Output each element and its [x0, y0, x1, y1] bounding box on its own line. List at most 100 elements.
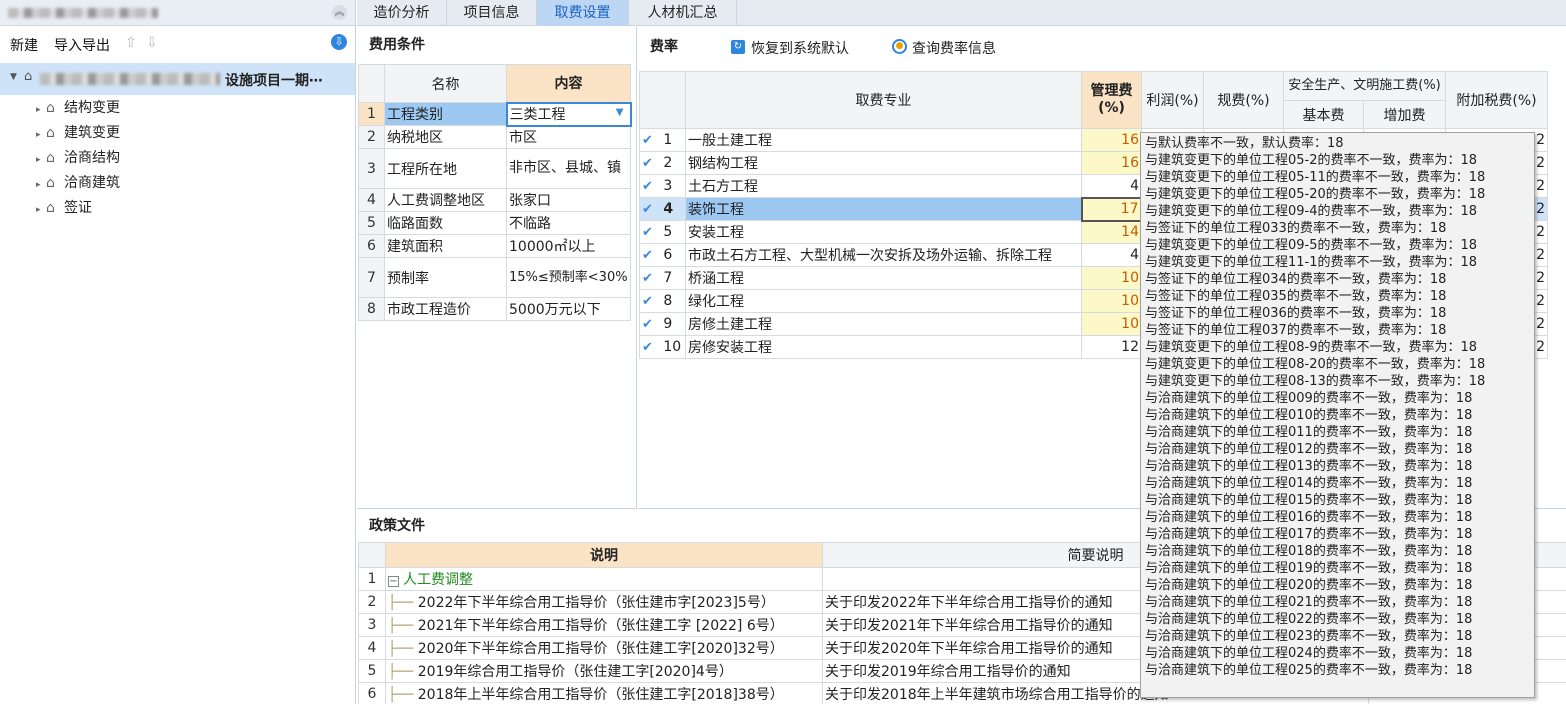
tree-root-project[interactable]: ▼ ⌂ 设施项目一期⋯ — [0, 63, 355, 95]
tab-project-info[interactable]: 项目信息 — [447, 0, 537, 26]
management-fee-value[interactable]: 4 — [1081, 243, 1142, 267]
management-fee-value[interactable]: 10 — [1081, 266, 1142, 290]
management-fee-value[interactable]: 10 — [1081, 289, 1142, 313]
condition-value[interactable]: 10000㎡以上 — [506, 234, 631, 258]
management-fee-value[interactable]: 12 — [1081, 335, 1142, 359]
collapse-panel-icon[interactable]: ︽ — [332, 5, 347, 20]
management-fee-value[interactable]: 14 — [1081, 220, 1142, 244]
home-icon: ⌂ — [46, 125, 55, 141]
tooltip-line: 与洽商建筑下的单位工程012的费率不一致，费率为：18 — [1145, 442, 1473, 457]
tooltip-line: 与建筑变更下的单位工程05-2的费率不一致，费率为：18 — [1145, 153, 1478, 168]
expand-arrow-icon[interactable]: ▸ — [36, 173, 46, 198]
row-number: 5 — [663, 224, 673, 240]
move-up-icon[interactable]: ⇧ — [125, 35, 137, 51]
header-description: 说明 — [385, 542, 823, 568]
table-row[interactable]: 1 工程类别 三类工程 ▼ — [358, 101, 632, 127]
download-icon[interactable]: ⇩ — [331, 34, 347, 50]
expand-arrow-icon[interactable]: ▸ — [36, 148, 46, 173]
tooltip-line: 与洽商建筑下的单位工程018的费率不一致，费率为：18 — [1145, 544, 1473, 559]
specialty-name: 房修安装工程 — [685, 335, 1082, 359]
restore-icon[interactable]: ↻ — [731, 40, 745, 54]
expand-arrow-icon[interactable]: ▸ — [36, 123, 46, 148]
row-number: 7 — [358, 257, 385, 298]
row-number: 7 — [663, 270, 673, 286]
table-row[interactable]: 5 临路面数 不临路 — [358, 211, 631, 235]
tree-item-visa[interactable]: ▸ ⌂ 签证 — [36, 196, 336, 221]
condition-value[interactable]: 5000万元以下 — [506, 297, 631, 321]
move-down-icon[interactable]: ⇩ — [146, 35, 158, 51]
project-category-dropdown[interactable]: 三类工程 ▼ — [505, 101, 632, 127]
tooltip-line: 与建筑变更下的单位工程08-13的费率不一致，费率为：18 — [1145, 374, 1486, 389]
table-row[interactable]: 8 市政工程造价 5000万元以下 — [358, 297, 631, 321]
blurred-project-prefix — [40, 73, 220, 85]
condition-name: 人工费调整地区 — [384, 188, 507, 212]
tooltip-line: 与洽商建筑下的单位工程022的费率不一致，费率为：18 — [1145, 612, 1473, 627]
specialty-name: 房修土建工程 — [685, 312, 1082, 336]
row-number: 4 — [358, 636, 386, 660]
specialty-name: 钢结构工程 — [685, 151, 1082, 175]
condition-value[interactable]: 张家口 — [506, 188, 631, 212]
expand-arrow-icon[interactable]: ▸ — [36, 98, 46, 123]
tree-line: ├── — [388, 664, 418, 680]
specialty-name: 装饰工程 — [685, 197, 1082, 221]
table-row[interactable]: 3 工程所在地 非市区、县城、镇 — [358, 148, 631, 189]
tooltip-line: 与建筑变更下的单位工程05-11的费率不一致，费率为：18 — [1145, 170, 1486, 185]
condition-value[interactable]: 15%≤预制率<30% — [506, 257, 631, 298]
row-number: 3 — [663, 178, 673, 194]
tree-item-negotiation-structure[interactable]: ▸ ⌂ 洽商结构 — [36, 146, 336, 171]
tooltip-line: 与签证下的单位工程036的费率不一致，费率为：18 — [1145, 306, 1447, 321]
collapse-toggle-icon[interactable]: − — [388, 576, 399, 587]
tab-fee-settings[interactable]: 取费设置 — [537, 0, 629, 26]
tree-item-label: 洽商结构 — [64, 150, 120, 166]
query-rate-button[interactable]: 查询费率信息 — [912, 38, 996, 58]
tooltip-line: 与签证下的单位工程035的费率不一致，费率为：18 — [1145, 289, 1447, 304]
row-number: 2 — [358, 590, 386, 614]
row-number: 1 — [358, 102, 385, 126]
tooltip-line: 与洽商建筑下的单位工程014的费率不一致，费率为：18 — [1145, 476, 1473, 491]
tooltip-line: 与洽商建筑下的单位工程015的费率不一致，费率为：18 — [1145, 493, 1473, 508]
header-cell — [358, 64, 385, 103]
condition-value[interactable]: 市区 — [506, 125, 631, 149]
tree-item-building-change[interactable]: ▸ ⌂ 建筑变更 — [36, 121, 336, 146]
import-export-button[interactable]: 导入导出 — [54, 35, 110, 55]
tab-material-summary[interactable]: 人材机汇总 — [629, 0, 737, 26]
expand-arrow-icon[interactable]: ▸ — [36, 198, 46, 223]
tree-line: ├── — [388, 687, 418, 703]
management-fee-value[interactable]: 17 — [1080, 196, 1143, 222]
tree-item-structure-change[interactable]: ▸ ⌂ 结构变更 — [36, 96, 336, 121]
home-icon: ⌂ — [46, 200, 55, 216]
query-icon[interactable]: ● — [892, 39, 907, 54]
tooltip-line: 与洽商建筑下的单位工程025的费率不一致，费率为：18 — [1145, 663, 1473, 678]
table-row[interactable]: 2 纳税地区 市区 — [358, 125, 631, 149]
condition-name: 市政工程造价 — [384, 297, 507, 321]
policy-description: 2022年下半年综合用工指导价（张住建市字[2023]5号） — [417, 595, 775, 611]
table-row[interactable]: 7 预制率 15%≤预制率<30% — [358, 257, 631, 298]
management-fee-value[interactable]: 16 — [1081, 151, 1142, 175]
table-row[interactable]: 6 建筑面积 10000㎡以上 — [358, 234, 631, 258]
tab-cost-analysis[interactable]: 造价分析 — [357, 0, 447, 26]
management-fee-value[interactable]: 10 — [1081, 312, 1142, 336]
check-icon: ✔ — [642, 133, 653, 148]
row-number: 10 — [663, 339, 682, 355]
check-icon: ✔ — [642, 294, 653, 309]
management-fee-value[interactable]: 4 — [1081, 174, 1142, 198]
row-number: 6 — [663, 247, 673, 263]
tree-item-negotiation-building[interactable]: ▸ ⌂ 洽商建筑 — [36, 171, 336, 196]
condition-value[interactable]: 非市区、县城、镇 — [506, 148, 631, 189]
row-number: 2 — [663, 155, 673, 171]
tooltip-line: 与洽商建筑下的单位工程011的费率不一致，费率为：18 — [1145, 425, 1473, 440]
restore-default-button[interactable]: 恢复到系统默认 — [751, 38, 849, 58]
main-tabs: 造价分析 项目信息 取费设置 人材机汇总 — [357, 0, 1566, 26]
rate-mismatch-tooltip: 与默认费率不一致，默认费率：18 与建筑变更下的单位工程05-2的费率不一致，费率… — [1140, 132, 1535, 698]
table-row[interactable]: 4 人工费调整地区 张家口 — [358, 188, 631, 212]
row-number: 2 — [358, 125, 385, 149]
management-fee-value[interactable]: 16 — [1081, 128, 1142, 152]
row-number: 5 — [358, 659, 386, 683]
new-button[interactable]: 新建 — [10, 35, 38, 55]
condition-name: 临路面数 — [384, 211, 507, 235]
dropdown-arrow-icon[interactable]: ▼ — [616, 107, 624, 118]
policy-description: 2018年上半年综合用工指导价（张住建工字[2018]38号） — [417, 687, 784, 703]
condition-value[interactable]: 不临路 — [506, 211, 631, 235]
expand-arrow-icon[interactable]: ▼ — [10, 72, 17, 82]
specialty-name: 土石方工程 — [685, 174, 1082, 198]
